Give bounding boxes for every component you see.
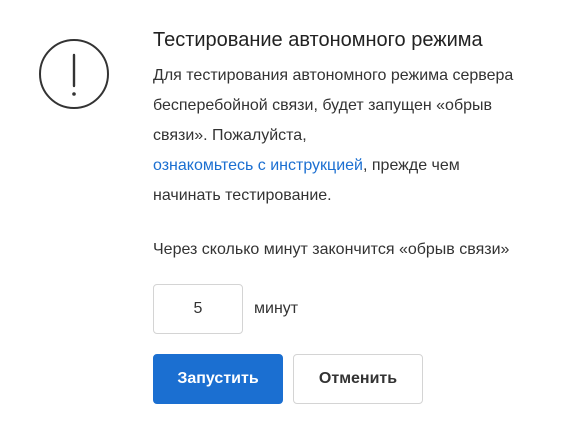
- description-line: Для тестирования автономного режима серв…: [153, 67, 514, 84]
- dialog-buttons: Запустить Отменить: [153, 354, 578, 404]
- dialog-title: Тестирование автономного режима: [153, 29, 483, 51]
- description-line: связи». Пожалуйста,: [153, 127, 307, 144]
- description-line-with-link: ознакомьтесь с инструкцией, прежде чем: [153, 151, 578, 181]
- offline-test-dialog: Тестирование автономного режима Для тест…: [0, 0, 586, 428]
- minutes-input[interactable]: [153, 284, 243, 334]
- start-button[interactable]: Запустить: [153, 354, 283, 404]
- instructions-link[interactable]: ознакомьтесь с инструкцией: [153, 157, 363, 174]
- exclamation-circle-icon: [39, 39, 109, 109]
- description-line: бесперебойной связи, будет запущен «обры…: [153, 97, 493, 114]
- dialog-description: Для тестирования автономного режима серв…: [153, 61, 578, 211]
- minutes-row: минут: [153, 284, 578, 334]
- description-line: начинать тестирование.: [153, 187, 332, 204]
- duration-question: Через сколько минут закончится «обрыв св…: [153, 241, 510, 258]
- minutes-unit-label: минут: [254, 300, 299, 317]
- dialog-content: Тестирование автономного режима Для тест…: [153, 22, 578, 404]
- description-text: , прежде чем: [362, 157, 460, 174]
- cancel-button[interactable]: Отменить: [293, 354, 423, 404]
